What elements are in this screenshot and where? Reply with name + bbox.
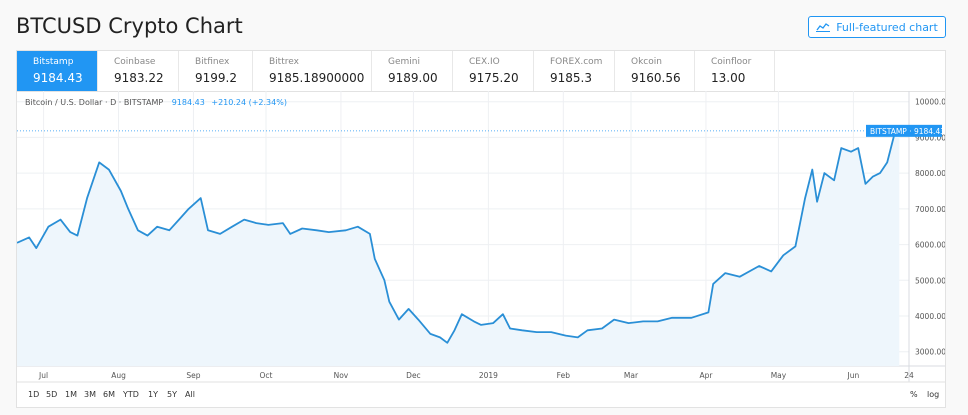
x-tick-label: Jun	[847, 371, 860, 380]
timeframe-3m-button[interactable]: 3M	[84, 390, 96, 399]
page-title: BTCUSD Crypto Chart	[16, 14, 243, 38]
series-area	[17, 130, 900, 366]
legend-symbol: Bitcoin / U.S. Dollar · D · BITSTAMP	[25, 98, 164, 107]
full-featured-chart-label: Full-featured chart	[836, 20, 938, 34]
y-tick-label: 5000.00	[915, 276, 945, 285]
chart-icon	[816, 23, 831, 32]
legend-change: +210.24 (+2.34%)	[211, 98, 287, 107]
timeframe-5y-button[interactable]: 5Y	[167, 390, 177, 399]
x-tick-label: Dec	[406, 371, 421, 380]
y-tick-label: 3000.00	[915, 348, 945, 357]
log-scale-toggle[interactable]: log	[927, 390, 939, 399]
full-featured-chart-button[interactable]: Full-featured chart	[808, 16, 946, 38]
x-tick-label: Jul	[38, 371, 48, 380]
y-tick-label: 10000.00	[915, 98, 945, 107]
x-tick-label: Aug	[111, 371, 126, 380]
x-tick-label: May	[771, 371, 787, 380]
chart-widget: Bitstamp 9184.43 Coinbase 9183.22 Bitfin…	[16, 50, 946, 408]
timeframe-all-button[interactable]: All	[185, 390, 195, 399]
timeframe-1m-button[interactable]: 1M	[65, 390, 77, 399]
x-tick-label: Feb	[557, 371, 571, 380]
legend-value: 9184.43	[171, 98, 205, 107]
timeframe-5d-button[interactable]: 5D	[46, 390, 57, 399]
timeframe-1y-button[interactable]: 1Y	[148, 390, 158, 399]
x-tick-label: 2019	[479, 371, 498, 380]
percent-scale-toggle[interactable]: %	[910, 390, 918, 399]
timeframe-bar: 1D 5D 1M 3M 6M YTD 1Y 5Y All % log	[17, 387, 945, 407]
y-tick-label: 7000.00	[915, 205, 945, 214]
x-tick-label: Oct	[260, 371, 273, 380]
timeframe-1d-button[interactable]: 1D	[28, 390, 39, 399]
x-tick-label: Nov	[334, 371, 349, 380]
y-tick-label: 8000.00	[915, 169, 945, 178]
timeframe-ytd-button[interactable]: YTD	[123, 390, 139, 399]
y-tick-label: 6000.00	[915, 241, 945, 250]
timeframe-6m-button[interactable]: 6M	[103, 390, 115, 399]
x-tick-label: Mar	[624, 371, 639, 380]
last-price-label: BITSTAMP · 9184.43	[870, 127, 945, 136]
chart-legend: Bitcoin / U.S. Dollar · D · BITSTAMP 918…	[25, 98, 287, 107]
y-tick-label: 4000.00	[915, 312, 945, 321]
x-tick-label: Sep	[186, 371, 200, 380]
x-tick-label: Apr	[699, 371, 713, 380]
